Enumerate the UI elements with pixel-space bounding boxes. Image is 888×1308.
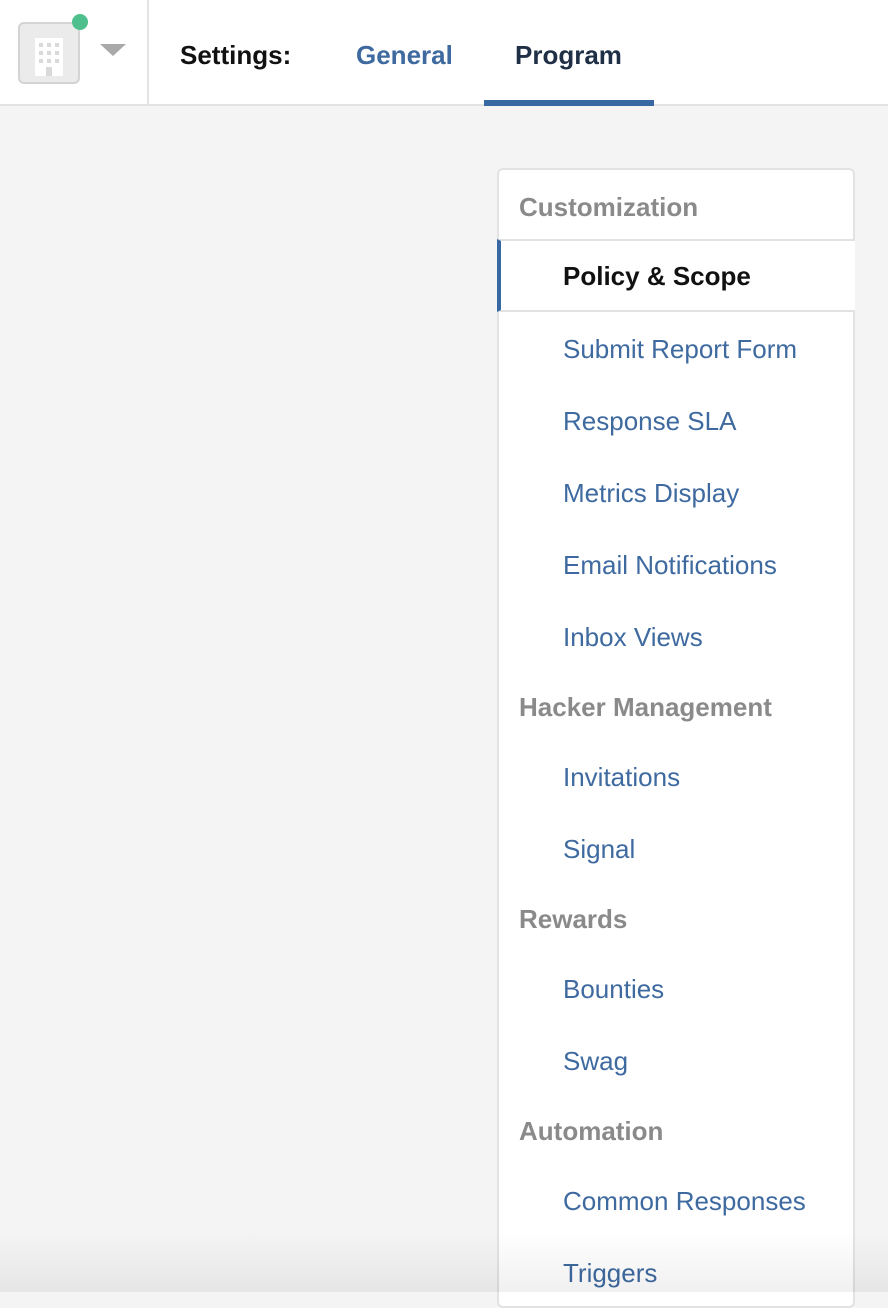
section-title-hacker-management: Hacker Management bbox=[519, 692, 772, 722]
tab-general[interactable]: General bbox=[356, 40, 453, 71]
settings-side-menu: Customization Policy & Scope Submit Repo… bbox=[497, 168, 855, 1308]
menu-item-signal[interactable]: Signal bbox=[563, 834, 635, 865]
section-title-customization: Customization bbox=[519, 192, 699, 222]
menu-item-metrics-display[interactable]: Metrics Display bbox=[563, 478, 739, 509]
section-title-automation: Automation bbox=[519, 1116, 664, 1146]
menu-item-label: Policy & Scope bbox=[563, 261, 751, 291]
org-avatar[interactable] bbox=[18, 22, 80, 84]
org-switcher[interactable] bbox=[0, 0, 149, 106]
chevron-down-icon[interactable] bbox=[100, 44, 126, 56]
menu-item-common-responses[interactable]: Common Responses bbox=[563, 1186, 806, 1217]
menu-item-email-notifications[interactable]: Email Notifications bbox=[563, 550, 777, 581]
building-icon bbox=[35, 38, 63, 76]
top-navigation-bar: Settings: General Program bbox=[0, 0, 888, 106]
menu-item-swag[interactable]: Swag bbox=[563, 1046, 628, 1077]
settings-label: Settings: bbox=[180, 40, 292, 70]
menu-item-policy-scope[interactable]: Policy & Scope bbox=[497, 239, 855, 312]
tab-program[interactable]: Program bbox=[515, 40, 622, 71]
active-tab-indicator bbox=[484, 100, 654, 106]
menu-item-invitations[interactable]: Invitations bbox=[563, 762, 680, 793]
menu-item-inbox-views[interactable]: Inbox Views bbox=[563, 622, 703, 653]
menu-item-submit-report-form[interactable]: Submit Report Form bbox=[563, 334, 797, 365]
online-status-dot bbox=[72, 14, 88, 30]
menu-item-bounties[interactable]: Bounties bbox=[563, 974, 664, 1005]
menu-item-response-sla[interactable]: Response SLA bbox=[563, 406, 736, 437]
section-title-rewards: Rewards bbox=[519, 904, 628, 934]
menu-item-triggers[interactable]: Triggers bbox=[563, 1258, 657, 1289]
